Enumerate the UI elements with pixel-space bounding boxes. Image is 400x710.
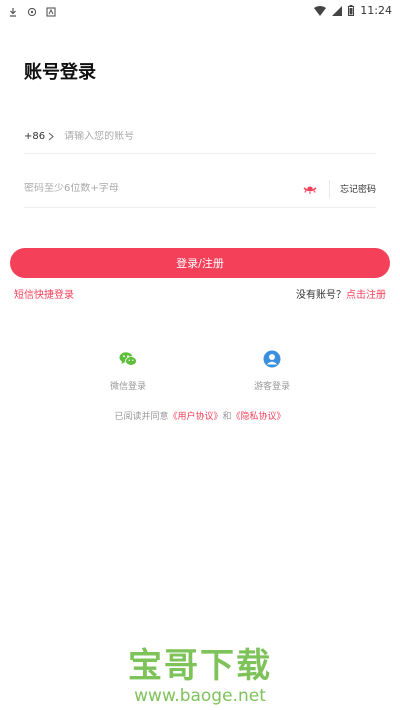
register-prompt: 没有账号？点击注册: [296, 286, 386, 301]
eye-closed-icon[interactable]: [303, 183, 319, 195]
password-input[interactable]: [24, 183, 303, 194]
watermark-url: www.baoge.net: [134, 686, 266, 706]
guest-login-label: 游客登录: [253, 382, 290, 392]
sms-login-link[interactable]: 短信快捷登录: [14, 286, 74, 301]
signal-icon: [332, 1, 343, 20]
guest-login-button[interactable]: 游客登录: [232, 350, 312, 393]
battery-icon: [348, 1, 355, 20]
forgot-password-link[interactable]: 忘记密码: [340, 182, 376, 195]
wechat-login-button[interactable]: 微信登录: [88, 350, 168, 393]
status-right-icons: 11:24: [314, 1, 392, 20]
watermark-title: 宝哥下载: [128, 646, 272, 686]
register-link[interactable]: 点击注册: [346, 290, 386, 301]
phone-row: +86: [24, 120, 376, 154]
agreement-prefix: 已阅读并同意: [114, 412, 169, 422]
wechat-icon: [119, 350, 137, 368]
status-bar: 11:24: [0, 0, 400, 17]
watermark: 宝哥下载 www.baoge.net: [0, 646, 400, 706]
no-account-text: 没有账号？: [296, 290, 346, 301]
divider: [328, 179, 330, 198]
agreement-and: 和: [222, 412, 232, 422]
download-icon: [8, 2, 18, 17]
agreement-text: 已阅读并同意《用户协议》和《隐私协议》: [0, 409, 400, 422]
status-time: 11:24: [360, 4, 392, 17]
wifi-icon: [314, 1, 327, 20]
chevron-right-icon[interactable]: [48, 132, 54, 141]
login-register-button[interactable]: 登录/注册: [10, 248, 390, 278]
wechat-login-label: 微信登录: [109, 382, 146, 392]
user-agreement-link[interactable]: 《用户协议》: [168, 412, 222, 422]
account-input[interactable]: [64, 131, 376, 142]
sync-icon: [27, 2, 37, 17]
password-row: 忘记密码: [24, 170, 376, 208]
app-icon: [46, 2, 56, 17]
page-title: 账号登录: [24, 62, 96, 83]
country-code-selector[interactable]: +86: [24, 131, 45, 142]
privacy-policy-link[interactable]: 《隐私协议》: [232, 412, 286, 422]
status-left-icons: [8, 2, 56, 17]
user-icon: [263, 350, 281, 368]
